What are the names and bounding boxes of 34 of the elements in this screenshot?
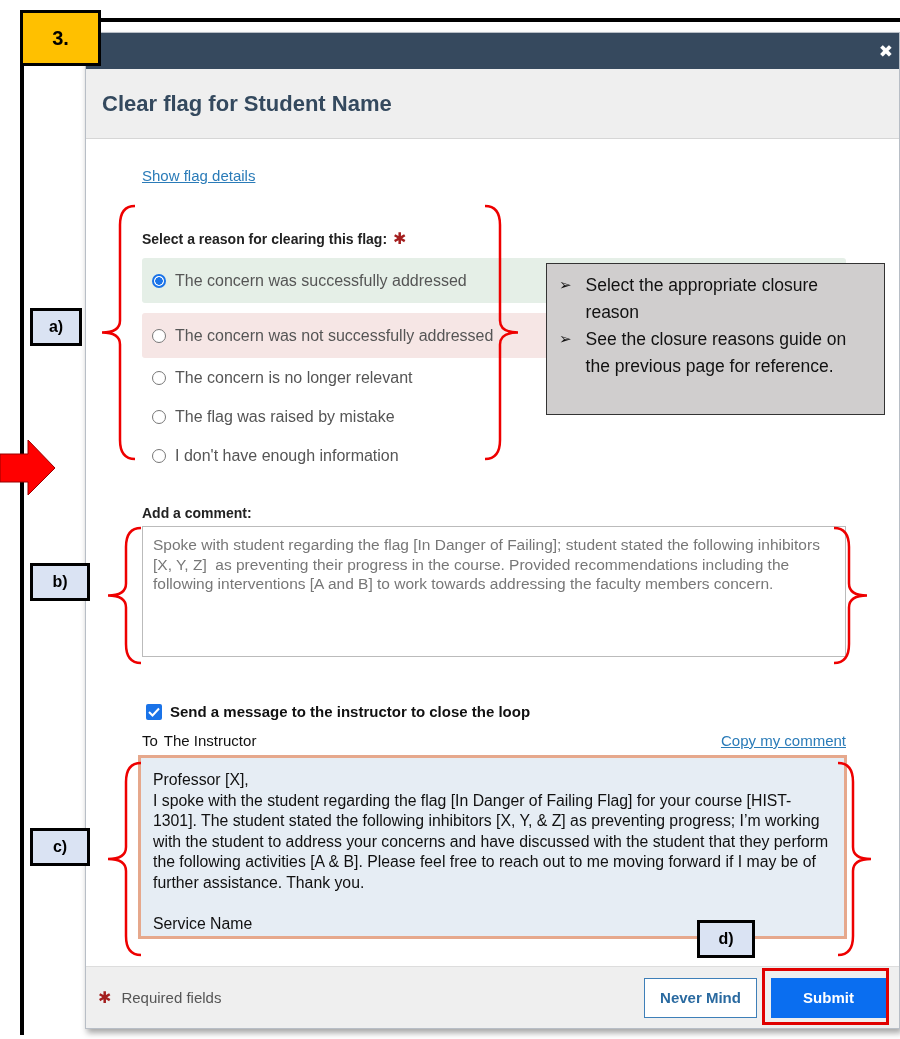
radio-button[interactable] [152, 328, 166, 343]
required-icon: ✱ [98, 988, 112, 1007]
radio-button[interactable] [152, 273, 166, 288]
close-button[interactable]: ✖ [878, 41, 893, 61]
option-label: The concern was successfully addressed [175, 271, 467, 290]
radio-button[interactable] [152, 448, 166, 463]
annotation-label: c) [30, 828, 90, 866]
arrow-icon [0, 440, 56, 496]
to-label: To [142, 732, 158, 749]
dialog-title: Clear flag for Student Name [102, 90, 392, 117]
reason-option[interactable]: I don't have enough information [142, 436, 846, 475]
comment-label: Add a comment: [142, 505, 252, 521]
radio-button[interactable] [152, 409, 166, 424]
comment-field[interactable]: Spoke with student regarding the flag [In Danger of Failing]; student stated the following inhibitors [X, Y, Z] as preventing their progress in the course. Provided recommendations including the following interventions [A and B] to work towards addressing the faculty members concern. [142, 526, 846, 657]
submit-button[interactable]: Submit [771, 977, 886, 1018]
required-icon: ✱ [393, 229, 407, 248]
required-note: Required fields [121, 989, 223, 1006]
option-label: The flag was raised by mistake [175, 407, 395, 426]
radio-button[interactable] [152, 370, 166, 385]
option-label: The concern is no longer relevant [175, 368, 413, 387]
reason-option[interactable]: The flag was raised by mistake [142, 397, 846, 436]
copy-comment-link[interactable]: Copy my comment [720, 732, 846, 749]
recipient-name: The Instructor [163, 732, 258, 749]
option-label: The concern was not successfully addressed [175, 326, 494, 345]
annotation-label: d) [697, 920, 755, 958]
annotation-label: a) [30, 308, 82, 346]
checkbox[interactable] [146, 703, 162, 720]
annotation-label: b) [30, 563, 90, 601]
step-label: 3. [20, 10, 101, 66]
cancel-button[interactable]: Never Mind [644, 977, 757, 1018]
reason-label: Select a reason for clearing this flag: [142, 231, 388, 247]
option-label: I don't have enough information [175, 446, 399, 465]
show-details-link[interactable]: Show flag details [142, 167, 256, 184]
checkbox-label: Send a message to the instructor to close the loop [170, 703, 531, 720]
